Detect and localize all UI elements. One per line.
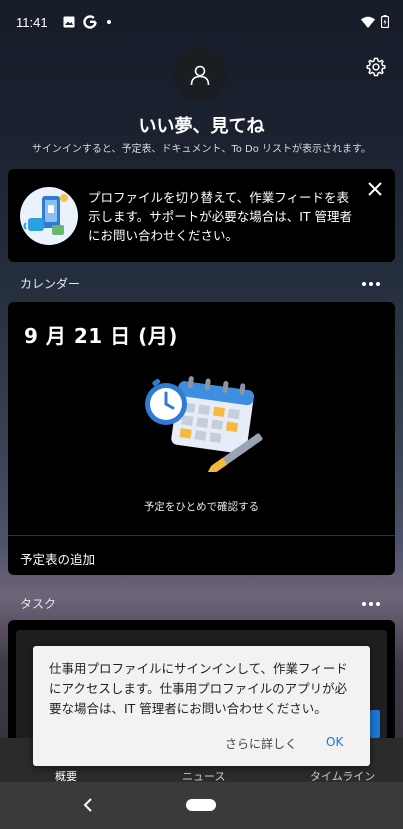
profile-switch-message: プロファイルを切り替えて、作業フィードを表示します。サポートが必要な場合は、IT… — [88, 190, 353, 243]
ok-button[interactable]: OK — [326, 735, 343, 749]
gear-icon[interactable] — [365, 56, 387, 78]
status-bar: 11:41 — [0, 0, 403, 44]
profile-switch-illustration — [20, 187, 78, 245]
close-icon[interactable] — [367, 181, 383, 197]
divider — [8, 535, 395, 536]
dialog-message: 仕事用プロファイルにサインインして、作業フィードにアクセスします。仕事用プロファ… — [49, 661, 348, 716]
calendar-illustration — [145, 376, 263, 472]
home-pill[interactable] — [186, 799, 216, 811]
battery-icon — [381, 15, 389, 28]
dot-icon — [107, 20, 111, 24]
status-time: 11:41 — [16, 15, 48, 30]
back-icon[interactable] — [82, 798, 94, 812]
work-profile-dialog: 仕事用プロファイルにサインインして、作業フィードにアクセスします。仕事用プロファ… — [33, 646, 370, 766]
tasks-action-button[interactable] — [370, 710, 380, 738]
tasks-section-title: タスク — [20, 597, 57, 611]
learn-more-button[interactable]: さらに詳しく — [225, 735, 297, 752]
person-icon — [190, 65, 210, 86]
add-calendar-button[interactable]: 予定表の追加 — [20, 549, 95, 568]
calendar-card[interactable]: 9 月 21 日 (月) 予定をひとめで確認する 予定表の追加 — [8, 302, 395, 575]
more-icon[interactable] — [361, 279, 381, 289]
wifi-icon — [361, 16, 375, 28]
calendar-date: 9 月 21 日 (月) — [24, 324, 178, 348]
image-icon — [63, 16, 75, 28]
greeting-title: いい夢、見てね — [138, 116, 265, 137]
system-nav-bar — [0, 782, 403, 829]
greeting-subtitle: サインインすると、予定表、ドキュメント、To Do リストが表示されます。 — [31, 144, 372, 155]
status-icons-left — [63, 15, 113, 29]
status-icons-right — [361, 15, 389, 28]
profile-switch-card[interactable]: プロファイルを切り替えて、作業フィードを表示します。サポートが必要な場合は、IT… — [8, 169, 395, 262]
avatar[interactable] — [173, 48, 227, 102]
calendar-caption: 予定をひとめで確認する — [143, 501, 260, 513]
more-icon[interactable] — [361, 599, 381, 609]
google-icon — [83, 15, 97, 29]
calendar-section-title: カレンダー — [20, 277, 81, 291]
